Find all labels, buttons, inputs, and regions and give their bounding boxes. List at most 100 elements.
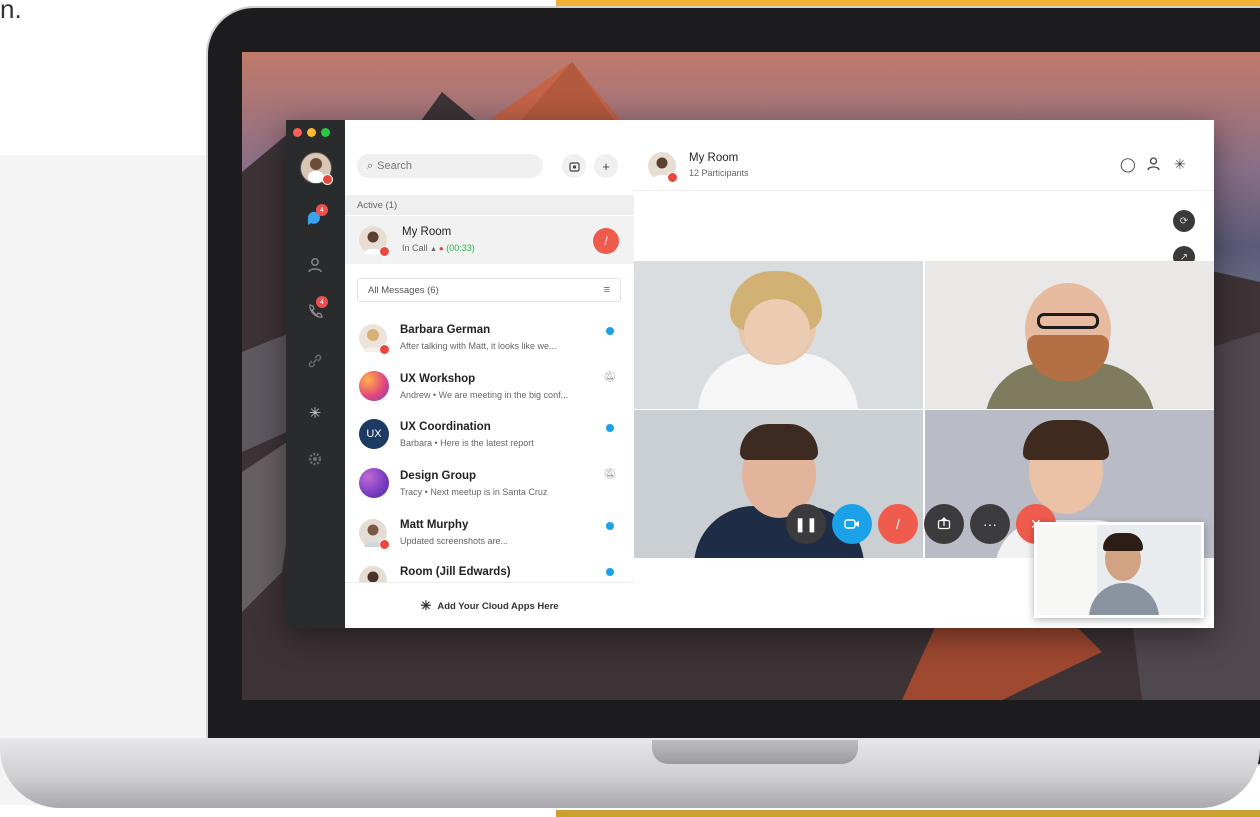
presence-badge	[322, 174, 333, 185]
messages-badge: 4	[316, 204, 328, 216]
participant-count: 12 Participants	[689, 168, 749, 178]
active-call-title: My Room	[402, 226, 452, 238]
app-window: 4 4 ✳ ⌕ Search + Active (1) My Room In C…	[286, 120, 1214, 628]
background-panel	[0, 155, 215, 805]
participant-face	[744, 299, 810, 363]
active-section-header: Active (1)	[345, 195, 634, 215]
avatar	[359, 468, 389, 498]
call-view: My Room 12 Participants ◯ ✳ ⟳ ↗ ❚❚ / ···	[634, 120, 1214, 628]
video-button[interactable]	[832, 504, 872, 544]
search-input[interactable]: ⌕ Search	[357, 154, 543, 178]
presence-badge	[379, 344, 390, 355]
list-item[interactable]: UX UX Coordination Barbara • Here is the…	[345, 411, 634, 459]
participant-body	[1089, 583, 1159, 615]
participants-icon[interactable]	[1146, 156, 1161, 174]
presence-badge	[379, 246, 390, 257]
call-timer: (00:33)	[446, 243, 475, 253]
filter-icon: ≡	[603, 284, 610, 296]
unread-dot-icon	[606, 568, 614, 576]
mute-button[interactable]: /	[878, 504, 918, 544]
share-screen-icon	[937, 517, 951, 530]
presence-badge	[379, 539, 390, 550]
accent-bar-bottom	[556, 810, 1260, 817]
active-call-status: In Call ▲ ● (00:33)	[402, 243, 475, 253]
participant-hair	[1103, 533, 1143, 551]
video-camera-icon	[844, 519, 859, 529]
minimize-window-button[interactable]	[307, 128, 316, 137]
conversation-preview: Andrew • We are meeting in the big conf.…	[400, 390, 569, 400]
add-cloud-apps-button[interactable]: ✳ Add Your Cloud Apps Here	[345, 582, 634, 628]
list-item[interactable]: Matt Murphy Updated screenshots are...	[345, 509, 634, 557]
nav-rail: 4 4 ✳	[286, 120, 345, 628]
muted-icon: 🔕︎	[603, 469, 616, 480]
pause-button[interactable]: ❚❚	[786, 504, 826, 544]
conversation-name: Barbara German	[400, 324, 491, 336]
conversation-list-panel: ⌕ Search + Active (1) My Room In Call ▲ …	[345, 120, 635, 628]
list-item[interactable]: UX Workshop Andrew • We are meeting in t…	[345, 363, 634, 411]
unread-dot-icon	[606, 424, 614, 432]
cloud-apps-icon: ✳	[420, 598, 432, 613]
add-button[interactable]: +	[594, 154, 618, 178]
plus-icon: +	[602, 158, 610, 174]
laptop-base	[0, 738, 1260, 808]
conversation-name: UX Workshop	[400, 373, 476, 385]
conversation-name: Room (Jill Edwards)	[400, 566, 511, 578]
cloud-apps-icon[interactable]: ✳	[304, 402, 326, 424]
list-item[interactable]: Room (Jill Edwards)	[345, 558, 634, 582]
more-button[interactable]: ···	[970, 504, 1010, 544]
calls-badge: 4	[316, 296, 328, 308]
person-icon[interactable]	[304, 254, 326, 276]
room-title: My Room	[689, 152, 739, 164]
rotate-icon[interactable]: ⟳	[1173, 210, 1195, 232]
laptop-notch	[652, 740, 858, 764]
filter-label: All Messages (6)	[368, 284, 439, 296]
video-tile[interactable]	[634, 410, 923, 558]
avatar	[359, 371, 389, 401]
video-tile[interactable]	[634, 261, 923, 409]
conversation-name: UX Coordination	[400, 421, 491, 433]
recording-dot-icon: ●	[438, 244, 444, 253]
corner-text: n.	[0, 0, 22, 24]
participant-hair	[740, 424, 818, 460]
conversation-preview: Updated screenshots are...	[400, 536, 509, 546]
avatar	[359, 566, 387, 582]
avatar: UX	[359, 419, 389, 449]
more-icon: ···	[983, 516, 997, 532]
link-icon[interactable]	[304, 350, 326, 372]
list-item[interactable]: Barbara German After talking with Matt, …	[345, 314, 634, 362]
cloud-apps-icon[interactable]: ✳	[1174, 156, 1186, 173]
unread-dot-icon	[606, 327, 614, 335]
participant-hair	[1023, 420, 1109, 460]
conversation-preview: After talking with Matt, it looks like w…	[400, 341, 557, 351]
gear-icon[interactable]	[304, 448, 326, 470]
unread-dot-icon	[606, 522, 614, 530]
glasses-icon	[1037, 313, 1099, 329]
search-icon: ⌕	[367, 159, 374, 172]
header-divider	[634, 190, 1214, 191]
add-cloud-apps-label: Add Your Cloud Apps Here	[437, 600, 559, 612]
pause-icon: ❚❚	[794, 515, 818, 532]
conversation-preview: Tracy • Next meetup is in Santa Cruz	[400, 487, 548, 497]
maximize-window-button[interactable]	[321, 128, 330, 137]
conversation-name: Design Group	[400, 470, 477, 482]
muted-icon: 🔕︎	[603, 372, 616, 383]
conversation-name: Matt Murphy	[400, 519, 469, 531]
presence-badge	[667, 172, 678, 183]
video-tile[interactable]	[925, 261, 1214, 409]
messages-filter[interactable]: All Messages (6) ≡	[357, 278, 621, 302]
mic-off-icon: /	[896, 516, 900, 532]
close-window-button[interactable]	[293, 128, 302, 137]
self-view[interactable]	[1034, 522, 1204, 618]
share-button[interactable]	[924, 504, 964, 544]
directory-button[interactable]	[562, 154, 586, 178]
mic-off-icon: /	[604, 234, 608, 248]
window-background	[1037, 525, 1097, 615]
chat-icon[interactable]: ◯	[1120, 156, 1136, 173]
end-call-button[interactable]: /	[593, 228, 619, 254]
list-item[interactable]: Design Group Tracy • Next meetup is in S…	[345, 460, 634, 508]
active-call-row[interactable]: My Room In Call ▲ ● (00:33)	[345, 216, 634, 264]
search-placeholder: Search	[377, 160, 413, 172]
conversation-preview: Barbara • Here is the latest report	[400, 438, 534, 448]
call-status-text: In Call	[402, 243, 428, 253]
lock-icon: ▲	[430, 246, 439, 253]
